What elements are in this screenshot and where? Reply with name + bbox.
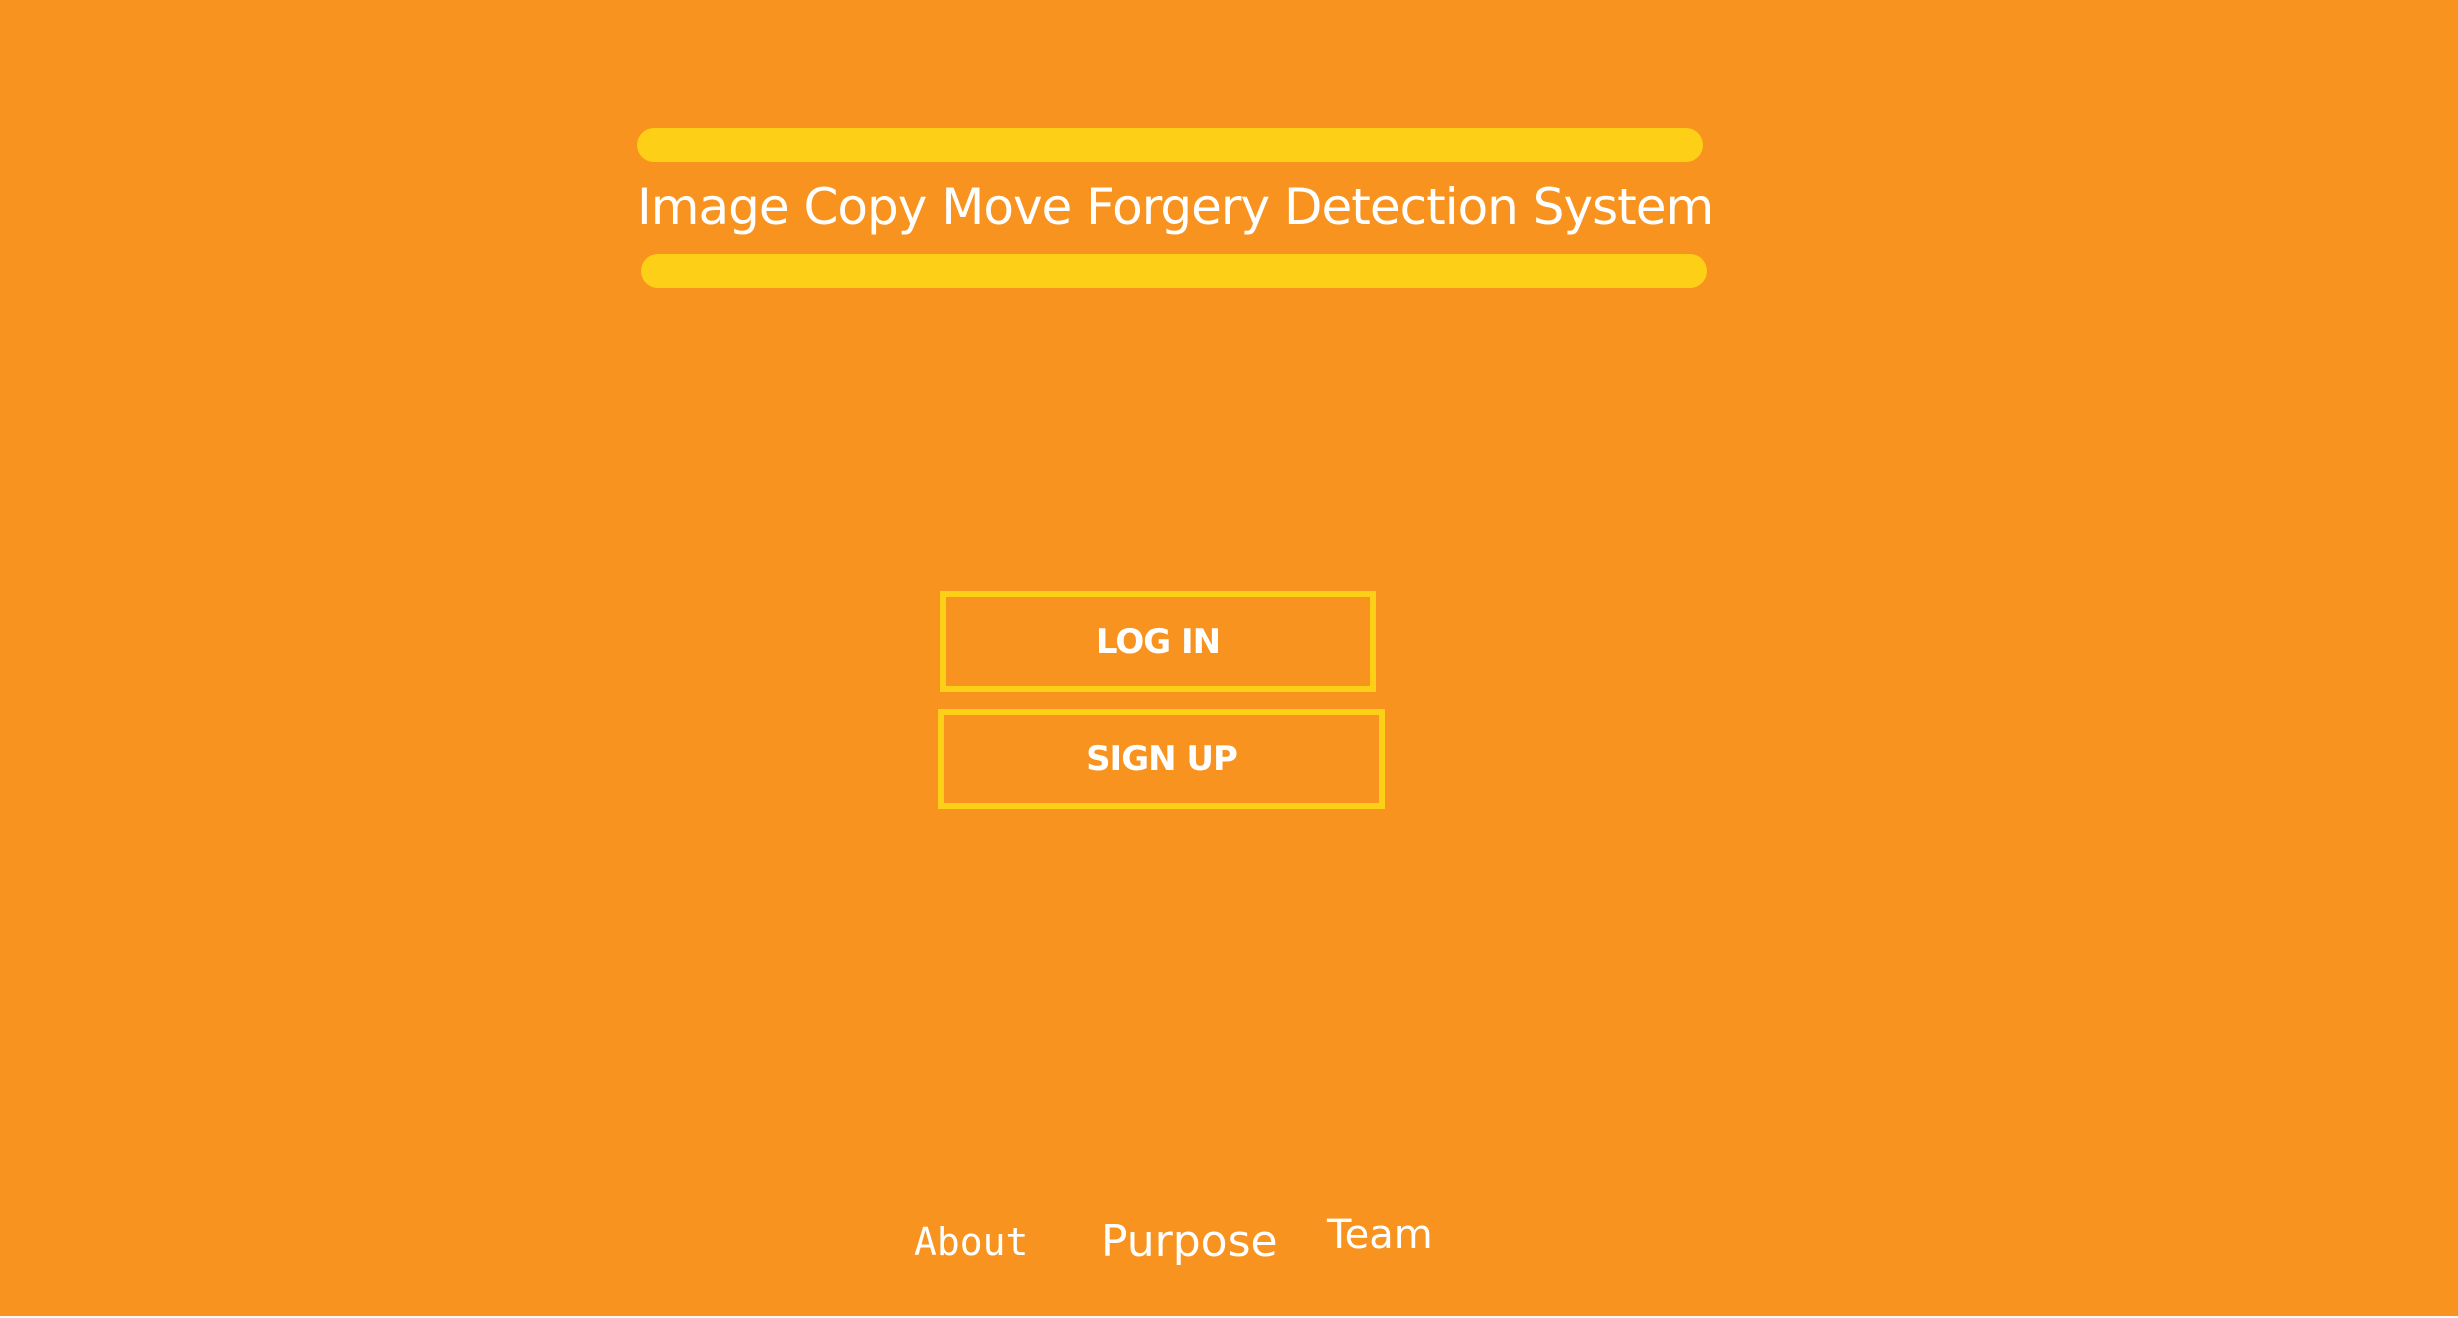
title-bottom-bar xyxy=(641,254,1707,288)
nav-link-team[interactable]: Team xyxy=(1327,1212,1433,1258)
nav-link-purpose[interactable]: Purpose xyxy=(1101,1216,1278,1267)
login-button[interactable]: LOG IN xyxy=(940,591,1376,692)
landing-page: Image Copy Move Forgery Detection System… xyxy=(0,0,2458,1318)
page-title: Image Copy Move Forgery Detection System xyxy=(637,178,1714,236)
nav-link-about[interactable]: About xyxy=(914,1220,1028,1264)
title-top-bar xyxy=(637,128,1703,162)
signup-button[interactable]: SIGN UP xyxy=(938,709,1385,809)
